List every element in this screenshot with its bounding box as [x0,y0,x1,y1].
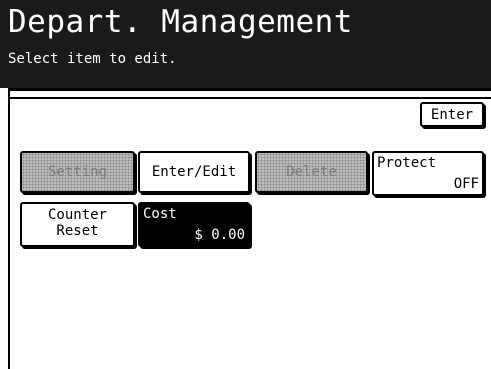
delete-button-label: Delete [286,164,337,180]
enter-button[interactable]: Enter [420,102,484,127]
setting-button[interactable]: Setting [20,151,135,193]
enter-button-label: Enter [430,106,474,123]
page-instruction: Select item to edit. [8,51,177,67]
enter-edit-button-label: Enter/Edit [151,164,237,180]
cost-button[interactable]: Cost $ 0.00 [138,202,250,247]
panel-divider [8,97,491,99]
title-bar: Depart. Management Select item to edit. [0,0,491,88]
cost-value: $ 0.00 [194,227,245,243]
protect-status-value: OFF [453,176,479,192]
counter-reset-line1: Counter [47,207,107,223]
setting-button-label: Setting [47,164,107,180]
counter-reset-label: Counter Reset [22,207,133,239]
cost-button-label: Cost [143,206,177,222]
protect-button-label: Protect [377,155,437,171]
counter-reset-button[interactable]: Counter Reset [20,202,135,247]
counter-reset-line2: Reset [56,223,99,239]
protect-button[interactable]: Protect OFF [372,151,484,196]
delete-button[interactable]: Delete [255,151,368,193]
enter-edit-button[interactable]: Enter/Edit [138,151,250,193]
page-title: Depart. Management [8,4,353,40]
